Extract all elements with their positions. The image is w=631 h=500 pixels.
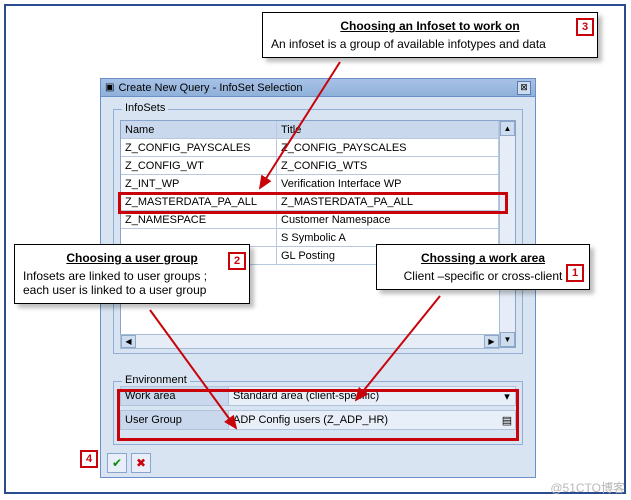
table-header: Name Title	[121, 121, 499, 139]
groupbox-environment: Environment Work area Standard area (cli…	[113, 381, 523, 445]
badge-3: 3	[576, 18, 594, 36]
row-work-area: Work area Standard area (client-specific…	[120, 386, 516, 406]
callout-user-group-head: Choosing a user group	[23, 251, 241, 265]
vertical-scrollbar[interactable]: ▲ ▼	[499, 121, 515, 347]
callout-infoset-body: An infoset is a group of available infot…	[271, 37, 589, 51]
scroll-up-icon[interactable]: ▲	[500, 121, 515, 136]
cell: Z_CONFIG_PAYSCALES	[121, 139, 277, 157]
callout-infoset: Choosing an Infoset to work on An infose…	[262, 12, 598, 58]
callout-work-area: Chossing a work area Client –specific or…	[376, 244, 590, 290]
scroll-right-icon[interactable]: ▶	[484, 335, 499, 348]
callout-infoset-head: Choosing an Infoset to work on	[271, 19, 589, 33]
dialog-titlebar: ▣ Create New Query - InfoSet Selection ⊠	[101, 79, 535, 97]
cell: Z_CONFIG_PAYSCALES	[277, 139, 499, 157]
cancel-button[interactable]: ✖	[131, 453, 151, 473]
value-help-icon[interactable]: ▤	[499, 414, 515, 427]
callout-user-group-body1: Infosets are linked to user groups ;	[23, 269, 241, 283]
work-area-value[interactable]: Standard area (client-specific)	[229, 390, 499, 402]
callout-user-group: Choosing a user group Infosets are linke…	[14, 244, 250, 304]
callout-work-area-head: Chossing a work area	[385, 251, 581, 265]
scroll-left-icon[interactable]: ◀	[121, 335, 136, 348]
table-row[interactable]: Z_NAMESPACE Customer Namespace	[121, 211, 499, 229]
cell: Z_INT_WP	[121, 175, 277, 193]
dropdown-icon[interactable]: ▾	[499, 390, 515, 403]
window-icon: ▣	[105, 82, 114, 93]
dialog-title: Create New Query - InfoSet Selection	[118, 82, 302, 94]
infoset-table: Name Title Z_CONFIG_PAYSCALES Z_CONFIG_P…	[120, 120, 516, 348]
col-name[interactable]: Name	[121, 121, 277, 139]
row-user-group: User Group ADP Config users (Z_ADP_HR) ▤	[120, 410, 516, 430]
cell: Z_CONFIG_WT	[121, 157, 277, 175]
col-title[interactable]: Title	[277, 121, 499, 139]
callout-user-group-body2: each user is linked to a user group	[23, 283, 241, 297]
scroll-down-icon[interactable]: ▼	[500, 332, 515, 347]
user-group-value[interactable]: ADP Config users (Z_ADP_HR)	[229, 414, 499, 426]
watermark: @51CTO博客	[550, 479, 625, 496]
work-area-label: Work area	[121, 387, 229, 405]
groupbox-infosets-label: InfoSets	[122, 102, 168, 114]
cell: Z_MASTERDATA_PA_ALL	[277, 193, 499, 211]
cell: Z_NAMESPACE	[121, 211, 277, 229]
cell: Verification Interface WP	[277, 175, 499, 193]
cell: Z_CONFIG_WTS	[277, 157, 499, 175]
cell: Z_MASTERDATA_PA_ALL	[121, 193, 277, 211]
cell: Customer Namespace	[277, 211, 499, 229]
table-row-selected[interactable]: Z_MASTERDATA_PA_ALL Z_MASTERDATA_PA_ALL	[121, 193, 499, 211]
user-group-label: User Group	[121, 411, 229, 429]
table-row[interactable]: Z_CONFIG_WT Z_CONFIG_WTS	[121, 157, 499, 175]
accept-button[interactable]: ✔	[107, 453, 127, 473]
horizontal-scrollbar[interactable]: ◀ ▶	[120, 334, 500, 349]
badge-1: 1	[566, 264, 584, 282]
dialog-footer: ✔ ✖	[107, 453, 151, 473]
table-row[interactable]: Z_CONFIG_PAYSCALES Z_CONFIG_PAYSCALES	[121, 139, 499, 157]
groupbox-infosets: InfoSets Name Title Z_CONFIG_PAYSCALES Z…	[113, 109, 523, 354]
badge-2: 2	[228, 252, 246, 270]
table-row[interactable]: Z_INT_WP Verification Interface WP	[121, 175, 499, 193]
groupbox-environment-label: Environment	[122, 374, 190, 386]
callout-work-area-body: Client –specific or cross-client	[385, 269, 581, 283]
close-icon[interactable]: ⊠	[517, 81, 531, 95]
badge-4: 4	[80, 450, 98, 468]
